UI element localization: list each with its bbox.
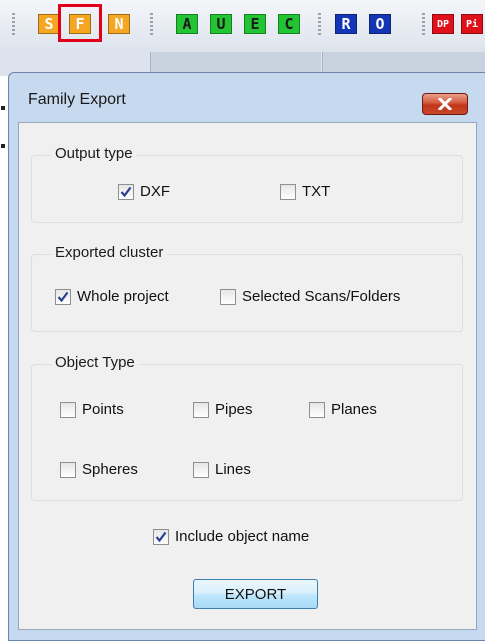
toolbar-button-label: N — [114, 15, 124, 33]
checkbox-box[interactable] — [193, 401, 209, 418]
toolbar-button-label: E — [250, 15, 260, 33]
checkbox-label: Include object name — [175, 528, 310, 545]
spheres-checkbox[interactable]: Spheres — [60, 461, 138, 478]
planes-checkbox[interactable]: Planes — [309, 401, 377, 418]
toolbar-button-s[interactable]: S — [38, 14, 60, 34]
toolbar-button-e[interactable]: E — [244, 14, 266, 34]
toolbar-button-u[interactable]: U — [210, 14, 232, 34]
object-type-label: Object Type — [51, 354, 139, 371]
export-button[interactable]: EXPORT — [193, 579, 318, 609]
toolbar-button-r[interactable]: R — [335, 14, 357, 34]
toolbar-grip[interactable] — [150, 13, 153, 35]
dxf-checkbox[interactable]: DXF — [118, 183, 170, 200]
checkbox-box[interactable] — [280, 183, 296, 200]
toolbar-button-o[interactable]: O — [369, 14, 391, 34]
checkbox-label: Lines — [215, 461, 251, 478]
pipes-checkbox[interactable]: Pipes — [193, 401, 253, 418]
toolbar-button-c[interactable]: C — [278, 14, 300, 34]
toolbar-grip[interactable] — [12, 13, 15, 35]
toolbar-button-label: C — [284, 15, 294, 33]
close-icon — [438, 98, 452, 110]
dialog-title: Family Export — [28, 91, 126, 108]
toolbar-button-a[interactable]: A — [176, 14, 198, 34]
check-icon — [120, 186, 132, 197]
checkbox-box[interactable] — [60, 401, 76, 418]
checkbox-label: Pipes — [215, 401, 253, 418]
checkbox-label: Whole project — [77, 288, 169, 305]
checkbox-label: Spheres — [82, 461, 138, 478]
toolbar: S F N A U E C R O DP Pi — [0, 0, 485, 48]
exported-cluster-label: Exported cluster — [51, 244, 168, 261]
whole-project-checkbox[interactable]: Whole project — [55, 288, 169, 305]
selection-highlight — [58, 4, 102, 42]
txt-checkbox[interactable]: TXT — [280, 183, 330, 200]
check-icon — [155, 531, 167, 542]
checkbox-label: Points — [82, 401, 124, 418]
toolbar-grip[interactable] — [318, 13, 321, 35]
toolbar-button-dp[interactable]: DP — [432, 14, 454, 34]
checkbox-box[interactable] — [220, 288, 236, 305]
output-type-label: Output type — [51, 145, 137, 162]
include-object-name-checkbox[interactable]: Include object name — [153, 528, 309, 545]
selected-scans-folders-checkbox[interactable]: Selected Scans/Folders — [220, 288, 400, 305]
edge-marker — [1, 144, 5, 148]
checkbox-box[interactable] — [60, 461, 76, 478]
toolbar-grip[interactable] — [422, 13, 425, 35]
checkbox-box[interactable] — [55, 288, 71, 305]
checkbox-box[interactable] — [118, 183, 134, 200]
checkbox-label: DXF — [140, 183, 170, 200]
toolbar-button-n[interactable]: N — [108, 14, 130, 34]
checkbox-label: Selected Scans/Folders — [242, 288, 401, 305]
checkbox-label: Planes — [331, 401, 377, 418]
close-button[interactable] — [422, 93, 468, 115]
check-icon — [57, 291, 69, 302]
toolbar-button-label: U — [216, 15, 226, 33]
points-checkbox[interactable]: Points — [60, 401, 124, 418]
checkbox-box[interactable] — [153, 528, 169, 545]
checkbox-box[interactable] — [309, 401, 325, 418]
background-window-edge — [0, 76, 7, 641]
output-type-group — [31, 155, 463, 223]
dialog-titlebar[interactable]: Family Export — [9, 73, 485, 115]
lines-checkbox[interactable]: Lines — [193, 461, 251, 478]
checkbox-box[interactable] — [193, 461, 209, 478]
checkbox-label: TXT — [302, 183, 331, 200]
family-export-dialog: Family Export Output type DXF TXT Export… — [8, 72, 485, 641]
toolbar-button-label: DP — [436, 18, 450, 30]
edge-marker — [1, 106, 5, 110]
toolbar-button-label: O — [375, 15, 385, 33]
toolbar-button-label: R — [341, 15, 351, 33]
toolbar-button-label: A — [182, 15, 192, 33]
toolbar-button-label: S — [44, 15, 54, 33]
toolbar-button-label: Pi — [465, 18, 479, 30]
toolbar-button-pi[interactable]: Pi — [461, 14, 483, 34]
object-type-group — [31, 364, 463, 501]
